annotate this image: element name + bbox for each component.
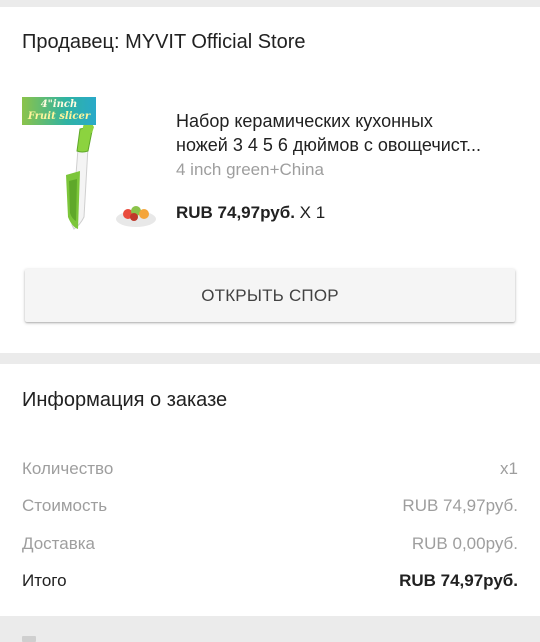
product-quantity: X 1: [299, 203, 326, 222]
product-name-line1: Набор керамических кухонных: [176, 111, 433, 131]
image-tag-line1: 4"inch: [40, 99, 78, 110]
order-row-label: Доставка: [22, 534, 96, 553]
order-row-shipping: Доставка RUB 0,00руб.: [22, 534, 518, 558]
next-section-title-clipped: [22, 636, 36, 642]
product-name[interactable]: Набор керамических кухонных ножей 3 4 5 …: [176, 109, 521, 157]
order-row-label: Количество: [22, 459, 114, 478]
order-row-value: RUB 0,00руб.: [411, 534, 518, 553]
product-variant: 4 inch green+China: [176, 160, 324, 179]
open-dispute-button[interactable]: ОТКРЫТЬ СПОР: [25, 269, 515, 322]
order-row-value: x1: [500, 459, 518, 478]
next-section-strip: [0, 616, 540, 642]
order-info-title: Информация о заказе: [22, 389, 228, 411]
order-row-label: Стоимость: [22, 496, 108, 515]
seller-title[interactable]: Продавец: MYVIT Official Store: [22, 31, 306, 54]
order-row-value: RUB 74,97руб.: [399, 571, 518, 590]
product-image[interactable]: 4"inch Fruit slicer: [22, 97, 160, 235]
seller-card: Продавец: MYVIT Official Store 4"inch Fr…: [0, 7, 540, 353]
product-name-line2: ножей 3 4 5 6 дюймов с овощечист...: [176, 135, 481, 155]
product-price-line: RUB 74,97руб. X 1: [176, 203, 325, 223]
order-info-card: Информация о заказе Количество x1 Стоимо…: [0, 364, 540, 616]
order-row-cost: Стоимость RUB 74,97руб.: [22, 496, 518, 520]
order-row-quantity: Количество x1: [22, 459, 518, 483]
order-row-value: RUB 74,97руб.: [402, 496, 518, 515]
image-tag-line2: Fruit slicer: [27, 111, 91, 122]
product-price: RUB 74,97руб.: [176, 203, 295, 222]
image-tag: 4"inch Fruit slicer: [22, 97, 96, 125]
order-row-total: Итого RUB 74,97руб.: [22, 571, 518, 595]
order-row-label: Итого: [22, 571, 67, 590]
